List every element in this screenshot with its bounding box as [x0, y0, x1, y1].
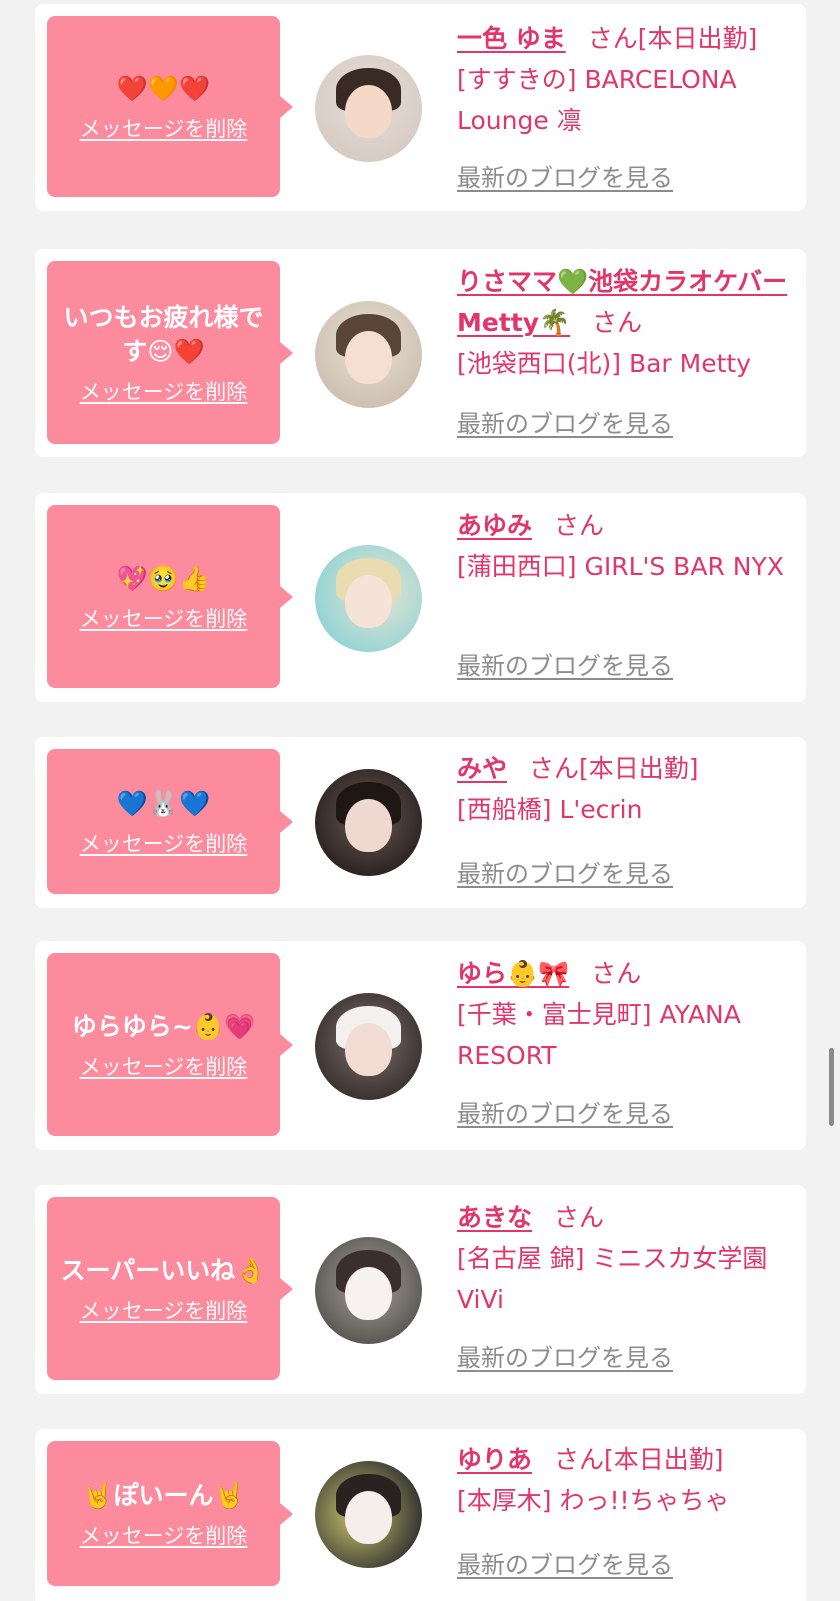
shop-name: [すすきの] BARCELONA Lounge 凛: [457, 65, 737, 135]
delete-message-link[interactable]: メッセージを削除: [80, 1298, 248, 1324]
list-item: 💙🐰💙 メッセージを削除 みや さん[本日出勤] [西船橋] L'ecrin 最新…: [35, 737, 806, 908]
message-text: いつもお疲れ様です😌❤️: [63, 302, 264, 366]
message-bubble: いつもお疲れ様です😌❤️ メッセージを削除: [47, 261, 293, 444]
avatar-face: [344, 1490, 393, 1545]
delete-message-link[interactable]: メッセージを削除: [80, 379, 248, 405]
avatar-face: [344, 84, 393, 139]
list-item: 💖🥹👍 メッセージを削除 あゆみ さん [蒲田西口] GIRL'S BAR NYX…: [35, 493, 806, 702]
shop-name: [池袋西口(北)] Bar Metty: [457, 349, 752, 378]
scrollbar[interactable]: [829, 1048, 834, 1126]
attendance-status: [本日出勤]: [579, 754, 699, 783]
delete-message-link[interactable]: メッセージを削除: [80, 1523, 248, 1549]
message-bubble: ゆらゆら~👶💗 メッセージを削除: [47, 953, 293, 1136]
latest-blog-link[interactable]: 最新のブログを見る: [457, 409, 673, 439]
delete-message-link[interactable]: メッセージを削除: [80, 606, 248, 632]
honorific: さん: [554, 1445, 605, 1474]
avatar[interactable]: [315, 55, 422, 162]
avatar-face: [344, 330, 393, 385]
shop-name: [名古屋 錦] ミニスカ女学園ViVi: [457, 1244, 768, 1314]
avatar-face: [344, 1022, 393, 1077]
avatar[interactable]: [315, 769, 422, 876]
avatar[interactable]: [315, 993, 422, 1100]
profile-info: りさママ💚池袋カラオケバーMetty🌴 さん [池袋西口(北)] Bar Mett…: [457, 261, 788, 384]
list-item: ゆらゆら~👶💗 メッセージを削除 ゆら👶🎀 さん [千葉・富士見町] AYANA …: [35, 941, 806, 1150]
profile-info: あゆみ さん [蒲田西口] GIRL'S BAR NYX: [457, 505, 788, 587]
honorific: さん: [587, 24, 638, 53]
profile-name-link[interactable]: みや: [457, 754, 507, 783]
latest-blog-link[interactable]: 最新のブログを見る: [457, 859, 673, 889]
honorific: さん: [591, 959, 642, 988]
message-list: ❤️🧡❤️ メッセージを削除 一色 ゆま さん[本日出勤] [すすきの] BARC…: [0, 0, 840, 1601]
message-bubble: 💙🐰💙 メッセージを削除: [47, 749, 293, 894]
message-text: スーパーいいね👌: [60, 1255, 267, 1285]
shop-name: [本厚木] わっ!!ちゃちゃ: [457, 1486, 730, 1515]
profile-info: ゆりあ さん[本日出勤] [本厚木] わっ!!ちゃちゃ: [457, 1439, 788, 1521]
message-text: 🤘ぽいーん🤘: [82, 1480, 245, 1510]
delete-message-link[interactable]: メッセージを削除: [80, 1054, 248, 1080]
latest-blog-link[interactable]: 最新のブログを見る: [457, 1099, 673, 1129]
latest-blog-link[interactable]: 最新のブログを見る: [457, 1343, 673, 1373]
message-bubble: ❤️🧡❤️ メッセージを削除: [47, 16, 293, 197]
delete-message-link[interactable]: メッセージを削除: [80, 116, 248, 142]
attendance-status: [本日出勤]: [637, 24, 758, 53]
profile-info: ゆら👶🎀 さん [千葉・富士見町] AYANA RESORT: [457, 953, 788, 1076]
list-item: ❤️🧡❤️ メッセージを削除 一色 ゆま さん[本日出勤] [すすきの] BARC…: [35, 4, 806, 211]
message-text: 💙🐰💙: [116, 788, 211, 818]
avatar-face: [344, 574, 393, 629]
message-bubble: 🤘ぽいーん🤘 メッセージを削除: [47, 1441, 293, 1586]
message-text: ゆらゆら~👶💗: [71, 1011, 256, 1041]
attendance-status: [本日出勤]: [604, 1445, 724, 1474]
latest-blog-link[interactable]: 最新のブログを見る: [457, 651, 673, 681]
honorific: さん: [529, 754, 580, 783]
avatar[interactable]: [315, 545, 422, 652]
shop-name: [西船橋] L'ecrin: [457, 795, 643, 824]
message-bubble: 💖🥹👍 メッセージを削除: [47, 505, 293, 688]
profile-name-link[interactable]: ゆら👶🎀: [457, 959, 569, 988]
profile-info: 一色 ゆま さん[本日出勤] [すすきの] BARCELONA Lounge 凛: [457, 18, 788, 141]
message-text: ❤️🧡❤️: [116, 73, 211, 103]
list-item: いつもお疲れ様です😌❤️ メッセージを削除 りさママ💚池袋カラオケバーMetty…: [35, 249, 806, 457]
profile-name-link[interactable]: あきな: [457, 1203, 532, 1232]
message-bubble: スーパーいいね👌 メッセージを削除: [47, 1197, 293, 1380]
shop-name: [蒲田西口] GIRL'S BAR NYX: [457, 552, 784, 581]
honorific: さん: [554, 1203, 605, 1232]
avatar[interactable]: [315, 1237, 422, 1344]
profile-name-link[interactable]: ゆりあ: [457, 1445, 532, 1474]
profile-name-link[interactable]: 一色 ゆま: [457, 24, 566, 53]
message-text: 💖🥹👍: [116, 563, 211, 593]
list-item: 🤘ぽいーん🤘 メッセージを削除 ゆりあ さん[本日出勤] [本厚木] わっ!!ちゃ…: [35, 1429, 806, 1601]
avatar-face: [344, 798, 393, 853]
latest-blog-link[interactable]: 最新のブログを見る: [457, 163, 673, 193]
honorific: さん: [554, 511, 605, 540]
latest-blog-link[interactable]: 最新のブログを見る: [457, 1550, 673, 1580]
list-item: スーパーいいね👌 メッセージを削除 あきな さん [名古屋 錦] ミニスカ女学園V…: [35, 1185, 806, 1394]
profile-info: あきな さん [名古屋 錦] ミニスカ女学園ViVi: [457, 1197, 788, 1320]
avatar-face: [344, 1266, 393, 1321]
shop-name: [千葉・富士見町] AYANA RESORT: [457, 1000, 741, 1070]
avatar[interactable]: [315, 1461, 422, 1568]
profile-name-link[interactable]: あゆみ: [457, 511, 532, 540]
profile-info: みや さん[本日出勤] [西船橋] L'ecrin: [457, 748, 788, 830]
delete-message-link[interactable]: メッセージを削除: [80, 831, 248, 857]
honorific: さん: [592, 308, 643, 337]
avatar[interactable]: [315, 301, 422, 408]
